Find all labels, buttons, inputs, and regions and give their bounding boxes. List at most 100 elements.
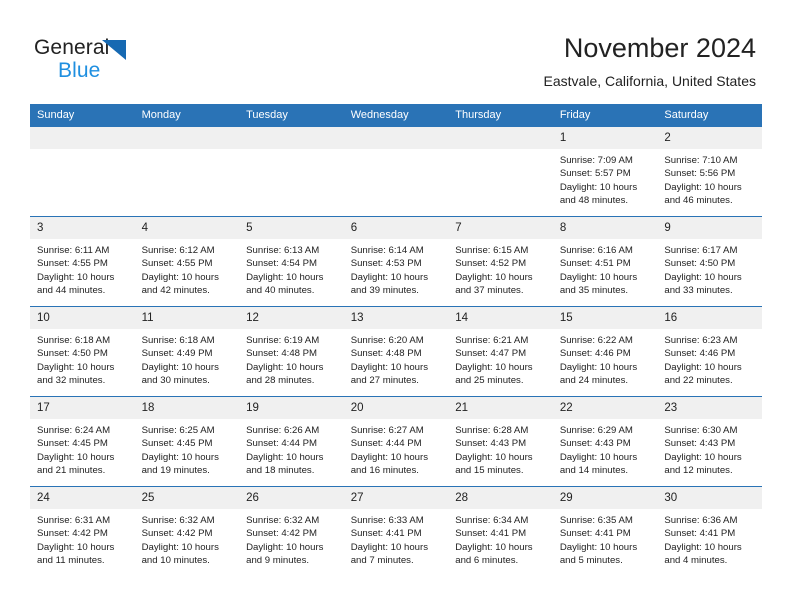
day-cell[interactable] — [239, 126, 344, 217]
sunrise-text: Sunrise: 6:21 AM — [455, 335, 529, 346]
daylight-text-line1: Daylight: 10 hours — [559, 541, 638, 553]
calendar-week-row: 17 Sunrise: 6:24 AM Sunset: 4:45 PM Dayl… — [30, 396, 762, 487]
day-cell[interactable]: 28 Sunrise: 6:34 AM Sunset: 4:41 PM Dayl… — [448, 486, 553, 576]
day-details: Sunrise: 6:35 AM Sunset: 4:41 PM Dayligh… — [553, 509, 658, 568]
sunrise-text: Sunrise: 6:24 AM — [37, 425, 111, 436]
day-number: 23 — [657, 397, 762, 419]
day-cell[interactable]: 7 Sunrise: 6:15 AM Sunset: 4:52 PM Dayli… — [448, 216, 553, 307]
day-cell[interactable]: 25 Sunrise: 6:32 AM Sunset: 4:42 PM Dayl… — [134, 486, 240, 576]
day-number: 26 — [239, 487, 344, 509]
day-details: Sunrise: 6:15 AM Sunset: 4:52 PM Dayligh… — [448, 239, 553, 298]
day-cell[interactable]: 16 Sunrise: 6:23 AM Sunset: 4:46 PM Dayl… — [657, 306, 762, 397]
day-cell[interactable]: 10 Sunrise: 6:18 AM Sunset: 4:50 PM Dayl… — [30, 306, 135, 397]
day-cell[interactable] — [30, 126, 135, 217]
day-cell[interactable]: 12 Sunrise: 6:19 AM Sunset: 4:48 PM Dayl… — [239, 306, 344, 397]
sunset-text: Sunset: 5:56 PM — [664, 168, 736, 180]
sunrise-text: Sunrise: 6:33 AM — [350, 515, 424, 526]
day-cell[interactable]: 26 Sunrise: 6:32 AM Sunset: 4:42 PM Dayl… — [239, 486, 344, 576]
day-cell[interactable]: 6 Sunrise: 6:14 AM Sunset: 4:53 PM Dayli… — [343, 216, 449, 307]
weekday-header-friday: Friday — [552, 104, 658, 127]
sunset-text: Sunset: 4:41 PM — [559, 528, 631, 540]
day-cell[interactable]: 5 Sunrise: 6:13 AM Sunset: 4:54 PM Dayli… — [239, 216, 344, 307]
sunrise-text: Sunrise: 6:36 AM — [664, 515, 738, 526]
day-cell[interactable]: 19 Sunrise: 6:26 AM Sunset: 4:44 PM Dayl… — [239, 396, 344, 487]
daylight-text-line2: and 18 minutes. — [246, 465, 315, 477]
day-details: Sunrise: 6:18 AM Sunset: 4:50 PM Dayligh… — [30, 329, 135, 388]
logo-triangle-icon — [102, 40, 126, 60]
day-number: 14 — [448, 307, 553, 329]
day-number: 18 — [134, 397, 240, 419]
day-number — [30, 127, 135, 149]
day-cell[interactable]: 30 Sunrise: 6:36 AM Sunset: 4:41 PM Dayl… — [657, 486, 762, 576]
day-cell[interactable]: 23 Sunrise: 6:30 AM Sunset: 4:43 PM Dayl… — [657, 396, 762, 487]
sunset-text: Sunset: 4:44 PM — [350, 438, 422, 450]
day-cell[interactable]: 2 Sunrise: 7:10 AM Sunset: 5:56 PM Dayli… — [657, 126, 762, 217]
sunset-text: Sunset: 4:53 PM — [350, 258, 422, 270]
day-cell[interactable]: 21 Sunrise: 6:28 AM Sunset: 4:43 PM Dayl… — [448, 396, 553, 487]
day-cell[interactable]: 17 Sunrise: 6:24 AM Sunset: 4:45 PM Dayl… — [30, 396, 135, 487]
day-cell[interactable]: 8 Sunrise: 6:16 AM Sunset: 4:51 PM Dayli… — [552, 216, 658, 307]
calendar-week-row: 3 Sunrise: 6:11 AM Sunset: 4:55 PM Dayli… — [30, 216, 762, 307]
sunset-text: Sunset: 4:52 PM — [455, 258, 527, 270]
daylight-text-line2: and 11 minutes. — [37, 555, 105, 567]
sunset-text: Sunset: 4:43 PM — [455, 438, 527, 450]
day-cell[interactable]: 18 Sunrise: 6:25 AM Sunset: 4:45 PM Dayl… — [134, 396, 240, 487]
day-cell[interactable]: 1 Sunrise: 7:09 AM Sunset: 5:57 PM Dayli… — [552, 126, 658, 217]
day-details: Sunrise: 6:11 AM Sunset: 4:55 PM Dayligh… — [30, 239, 135, 298]
sunset-text: Sunset: 4:54 PM — [246, 258, 318, 270]
day-cell[interactable]: 29 Sunrise: 6:35 AM Sunset: 4:41 PM Dayl… — [552, 486, 658, 576]
sunset-text: Sunset: 4:47 PM — [455, 348, 527, 360]
sunrise-text: Sunrise: 6:18 AM — [37, 335, 111, 346]
sunset-text: Sunset: 4:51 PM — [559, 258, 631, 270]
sunrise-text: Sunrise: 6:29 AM — [559, 425, 633, 436]
day-cell[interactable] — [448, 126, 553, 217]
day-cell[interactable] — [343, 126, 449, 217]
day-cell[interactable] — [134, 126, 240, 217]
daylight-text-line1: Daylight: 10 hours — [664, 181, 742, 193]
daylight-text-line2: and 24 minutes. — [559, 375, 629, 387]
day-cell[interactable]: 20 Sunrise: 6:27 AM Sunset: 4:44 PM Dayl… — [343, 396, 449, 487]
daylight-text-line1: Daylight: 10 hours — [37, 361, 115, 373]
general-blue-logo[interactable]: General Blue — [34, 35, 174, 87]
sunrise-text: Sunrise: 6:26 AM — [246, 425, 320, 436]
daylight-text-line1: Daylight: 10 hours — [37, 451, 115, 463]
day-cell[interactable]: 13 Sunrise: 6:20 AM Sunset: 4:48 PM Dayl… — [343, 306, 449, 397]
day-cell[interactable]: 11 Sunrise: 6:18 AM Sunset: 4:49 PM Dayl… — [134, 306, 240, 397]
day-cell[interactable]: 4 Sunrise: 6:12 AM Sunset: 4:55 PM Dayli… — [134, 216, 240, 307]
sunset-text: Sunset: 4:55 PM — [141, 258, 213, 270]
daylight-text-line2: and 12 minutes. — [664, 465, 733, 477]
sunrise-text: Sunrise: 6:16 AM — [559, 245, 633, 256]
day-details: Sunrise: 6:29 AM Sunset: 4:43 PM Dayligh… — [553, 419, 658, 478]
daylight-text-line2: and 6 minutes. — [455, 555, 519, 567]
daylight-text-line2: and 4 minutes. — [664, 555, 728, 567]
daylight-text-line1: Daylight: 10 hours — [141, 451, 219, 463]
day-cell[interactable]: 24 Sunrise: 6:31 AM Sunset: 4:42 PM Dayl… — [30, 486, 135, 576]
daylight-text-line2: and 25 minutes. — [455, 375, 524, 387]
day-number — [343, 127, 449, 149]
day-cell[interactable]: 27 Sunrise: 6:33 AM Sunset: 4:41 PM Dayl… — [343, 486, 449, 576]
daylight-text-line2: and 28 minutes. — [246, 375, 315, 387]
daylight-text-line2: and 27 minutes. — [350, 375, 419, 387]
sunset-text: Sunset: 5:57 PM — [559, 168, 631, 180]
sunrise-text: Sunrise: 6:25 AM — [141, 425, 215, 436]
day-cell[interactable]: 3 Sunrise: 6:11 AM Sunset: 4:55 PM Dayli… — [30, 216, 135, 307]
day-cell[interactable]: 14 Sunrise: 6:21 AM Sunset: 4:47 PM Dayl… — [448, 306, 553, 397]
daylight-text-line1: Daylight: 10 hours — [37, 541, 115, 553]
weekday-header-monday: Monday — [134, 104, 240, 127]
daylight-text-line2: and 46 minutes. — [664, 195, 733, 207]
logo-text-general: General — [34, 36, 110, 59]
day-number: 12 — [239, 307, 344, 329]
day-number: 2 — [657, 127, 762, 149]
day-cell[interactable]: 22 Sunrise: 6:29 AM Sunset: 4:43 PM Dayl… — [552, 396, 658, 487]
title-block: November 2024 Eastvale, California, Unit… — [544, 32, 756, 90]
day-number: 25 — [134, 487, 240, 509]
day-details: Sunrise: 6:16 AM Sunset: 4:51 PM Dayligh… — [553, 239, 658, 298]
sunrise-text: Sunrise: 6:35 AM — [559, 515, 633, 526]
calendar-header-row: Sunday Monday Tuesday Wednesday Thursday… — [30, 104, 762, 127]
day-cell[interactable]: 15 Sunrise: 6:22 AM Sunset: 4:46 PM Dayl… — [552, 306, 658, 397]
sunrise-text: Sunrise: 6:30 AM — [664, 425, 738, 436]
day-number: 24 — [30, 487, 135, 509]
day-cell[interactable]: 9 Sunrise: 6:17 AM Sunset: 4:50 PM Dayli… — [657, 216, 762, 307]
daylight-text-line2: and 19 minutes. — [141, 465, 210, 477]
sunrise-text: Sunrise: 6:20 AM — [350, 335, 424, 346]
